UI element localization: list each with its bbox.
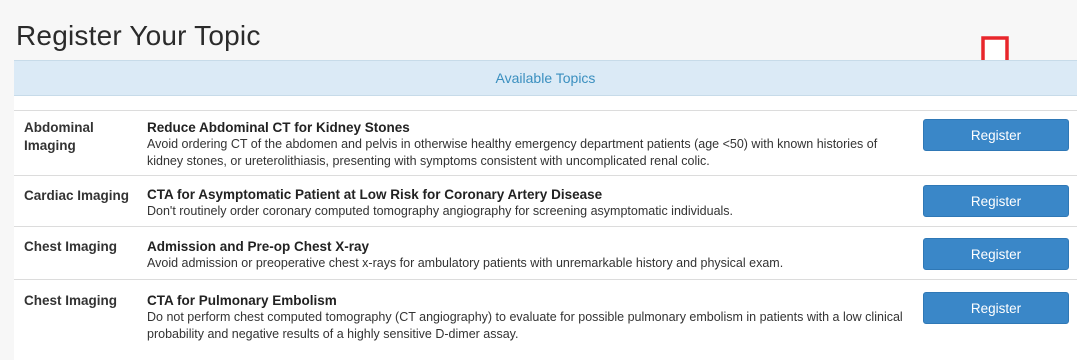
topic-content: Admission and Pre-op Chest X-ray Avoid a…	[147, 238, 907, 272]
panel-spacer	[14, 96, 1077, 110]
topic-title: Reduce Abdominal CT for Kidney Stones	[147, 120, 410, 135]
available-topics-panel: Available Topics Abdominal Imaging Reduc…	[14, 60, 1077, 360]
topic-content: CTA for Pulmonary Embolism Do not perfor…	[147, 292, 907, 343]
topic-description: Do not perform chest computed tomography…	[147, 310, 903, 341]
topic-title: CTA for Asymptomatic Patient at Low Risk…	[147, 187, 603, 202]
topic-category: Cardiac Imaging	[24, 188, 130, 203]
topic-title: Admission and Pre-op Chest X-ray	[147, 239, 370, 254]
topic-content: CTA for Asymptomatic Patient at Low Risk…	[147, 186, 907, 220]
topic-category: Chest Imaging	[24, 293, 118, 308]
topic-row: Chest Imaging CTA for Pulmonary Embolism…	[14, 279, 1077, 350]
page-title: Register Your Topic	[16, 20, 261, 51]
topic-category: Chest Imaging	[24, 239, 118, 254]
register-button[interactable]: Register	[923, 119, 1069, 151]
topic-description: Avoid admission or preoperative chest x-…	[147, 256, 784, 270]
register-button[interactable]: Register	[923, 185, 1069, 217]
topic-description: Avoid ordering CT of the abdomen and pel…	[147, 137, 878, 168]
panel-header: Available Topics	[14, 60, 1077, 96]
topic-description: Don't routinely order coronary computed …	[147, 204, 734, 218]
register-button[interactable]: Register	[923, 292, 1069, 324]
topic-row: Cardiac Imaging CTA for Asymptomatic Pat…	[14, 175, 1077, 226]
topic-content: Reduce Abdominal CT for Kidney Stones Av…	[147, 119, 907, 170]
topic-row: Abdominal Imaging Reduce Abdominal CT fo…	[14, 110, 1077, 175]
topic-title: CTA for Pulmonary Embolism	[147, 293, 337, 308]
topic-category: Abdominal Imaging	[24, 120, 94, 153]
topic-row: Chest Imaging Admission and Pre-op Chest…	[14, 226, 1077, 279]
register-button[interactable]: Register	[923, 238, 1069, 270]
